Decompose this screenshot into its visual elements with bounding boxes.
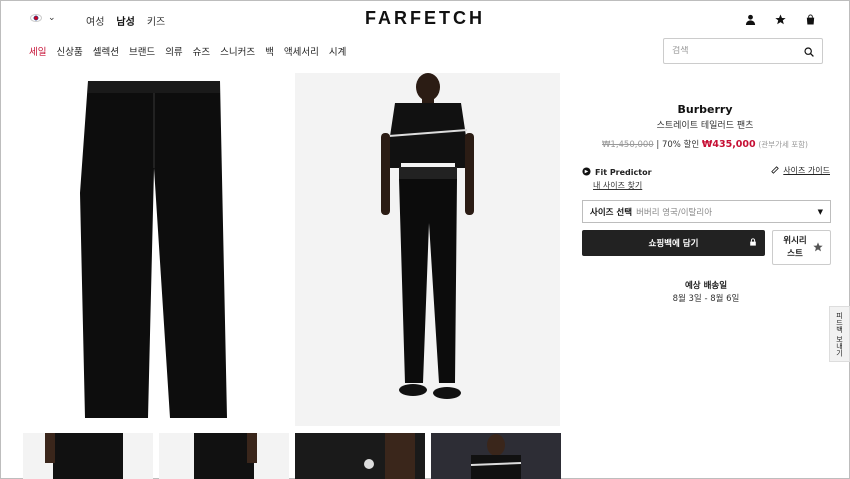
product-name: 스트레이트 테일러드 팬츠 (656, 121, 754, 131)
size-select-label: 사이즈 선택 (590, 207, 633, 218)
bag-icon[interactable] (805, 14, 816, 25)
feedback-label: 피드백 보내기 (835, 311, 844, 357)
nav-item-new[interactable]: 신상품 (56, 44, 82, 58)
original-price: ₩1,450,000 (602, 140, 654, 150)
feedback-tab[interactable]: 피드백 보내기 (829, 306, 850, 362)
wishlist-button[interactable]: 위시리스트 (772, 230, 831, 265)
star-outline-icon (813, 242, 823, 255)
thumbnail-4[interactable] (431, 433, 561, 479)
discount-label: | 70% 할인 (656, 140, 700, 150)
add-to-bag-button[interactable]: 쇼핑백에 담기 (582, 230, 765, 256)
thumbnail-2[interactable] (159, 433, 289, 479)
size-guide-label: 사이즈 가이드 (783, 166, 830, 175)
caret-down-icon: ▼ (817, 207, 823, 216)
price-row: ₩1,450,000 | 70% 할인 ₩435,000 (관부가세 포함) (580, 138, 830, 150)
nav-item-sale[interactable]: 세일 (29, 44, 46, 58)
add-to-bag-label: 쇼핑백에 담기 (648, 239, 699, 249)
fit-predictor-icon (582, 167, 591, 178)
search-box (663, 38, 823, 64)
nav-item-selection[interactable]: 셀렉션 (93, 44, 119, 58)
ruler-icon (771, 165, 780, 176)
category-nav: 세일 신상품 셀렉션 브랜드 의류 슈즈 스니커즈 백 액세서리 시계 (29, 44, 346, 58)
thumbnail-3[interactable] (295, 433, 425, 479)
thumbnail-1[interactable] (23, 433, 153, 479)
nav-item-shoes[interactable]: 슈즈 (193, 44, 210, 58)
farfetch-logo[interactable]: FARFETCH (0, 8, 850, 29)
size-select[interactable]: 사이즈 선택 버버리 영국/이탈리아 ▼ (582, 200, 831, 223)
product-brand[interactable]: Burberry (580, 103, 830, 116)
nav-item-watches[interactable]: 시계 (329, 44, 346, 58)
lock-icon (749, 238, 757, 249)
star-icon[interactable] (775, 14, 786, 25)
nav-item-bags[interactable]: 백 (265, 44, 274, 58)
header-icons (745, 14, 816, 25)
size-select-value: 버버리 영국/이탈리아 (636, 207, 713, 218)
nav-item-accessories[interactable]: 액세서리 (284, 44, 319, 58)
wishlist-label: 위시리스트 (783, 235, 807, 259)
shipping-date: 8월 3일 - 8월 6일 (672, 294, 740, 304)
product-image-model[interactable] (295, 73, 560, 426)
fit-predictor-title: Fit Predictor (595, 168, 652, 177)
top-header: ⌄ 여성 남성 키즈 FARFETCH (0, 0, 850, 40)
search-icon[interactable] (804, 42, 814, 61)
tax-note: (관부가세 포함) (758, 140, 808, 149)
product-image-pants[interactable] (30, 73, 295, 426)
fit-predictor: Fit Predictor (582, 167, 652, 178)
user-icon[interactable] (745, 14, 756, 25)
size-guide-link[interactable]: 사이즈 가이드 (771, 165, 830, 176)
nav-item-clothing[interactable]: 의류 (165, 44, 182, 58)
shipping-title: 예상 배송일 (684, 281, 728, 291)
find-my-size-link[interactable]: 내 사이즈 찾기 (593, 180, 642, 191)
sale-price: ₩435,000 (701, 139, 756, 150)
search-input[interactable] (672, 46, 804, 56)
nav-item-brands[interactable]: 브랜드 (129, 44, 155, 58)
nav-item-sneakers[interactable]: 스니커즈 (220, 44, 255, 58)
